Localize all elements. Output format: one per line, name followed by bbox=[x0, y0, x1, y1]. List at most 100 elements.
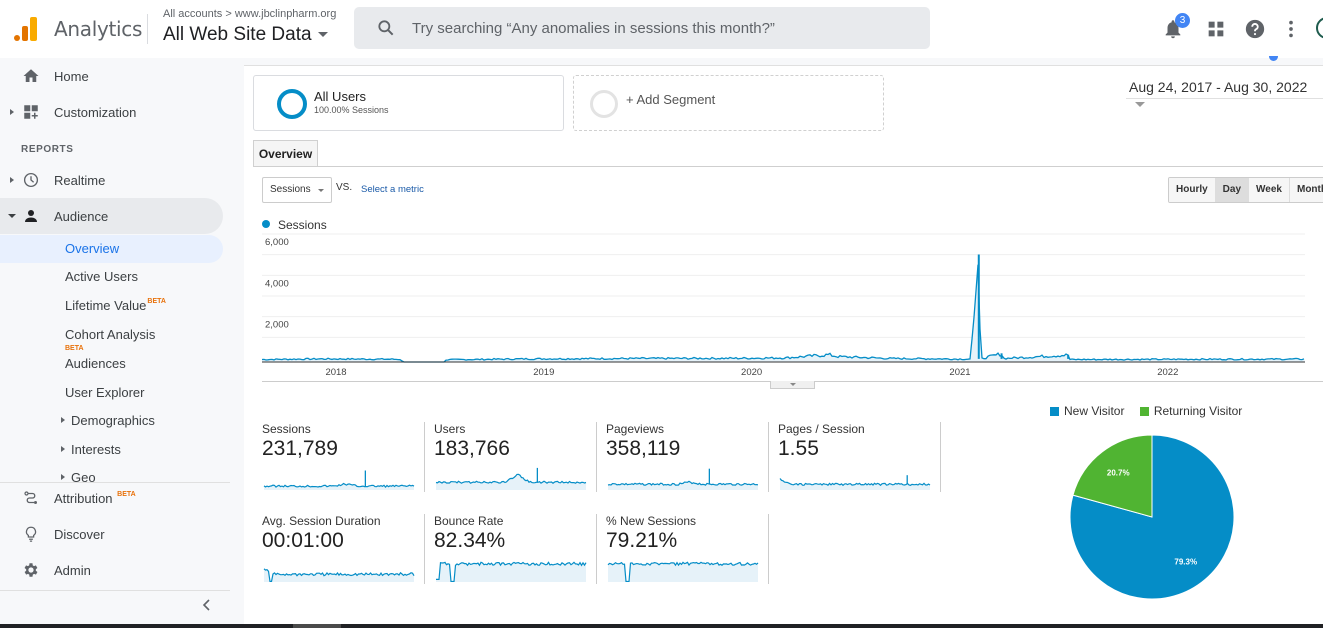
granularity-month[interactable]: Month bbox=[1288, 178, 1323, 202]
sidebar-subitem-audiences[interactable]: Audiences bbox=[0, 350, 223, 378]
empty-segment-ring-icon bbox=[590, 90, 618, 118]
kpi-value: 82.34% bbox=[434, 529, 506, 552]
chart-expand-handle[interactable] bbox=[770, 381, 815, 389]
header-divider bbox=[147, 14, 148, 44]
add-segment-button[interactable]: + Add Segment bbox=[573, 75, 884, 131]
sidebar-item-audience[interactable]: Audience bbox=[0, 198, 223, 234]
notification-badge: 3 bbox=[1175, 13, 1190, 28]
vs-label: VS. bbox=[336, 182, 353, 193]
top-bar: Analytics All accounts > www.jbclinpharm… bbox=[0, 0, 1323, 58]
view-selector[interactable]: All Web Site Data bbox=[163, 24, 328, 46]
account-breadcrumb[interactable]: All accounts > www.jbclinpharm.org bbox=[163, 8, 336, 20]
legend-swatch-returning bbox=[1139, 407, 1149, 416]
legend-returning-visitor[interactable]: Returning Visitor bbox=[1154, 404, 1243, 418]
segment-name: All Users bbox=[314, 89, 367, 104]
taskbar-thumb bbox=[293, 624, 341, 628]
kpi-sparkline bbox=[263, 470, 415, 490]
sidebar-item-discover[interactable]: Discover bbox=[0, 516, 223, 552]
sidebar-subitem-active-users[interactable]: Active Users bbox=[0, 263, 223, 291]
chevron-down-icon bbox=[790, 383, 796, 386]
kpi-avg-session-duration[interactable]: Avg. Session Duration 00:01:00 bbox=[262, 514, 432, 592]
kpi-sparkline bbox=[436, 561, 587, 582]
sidebar-item-home[interactable]: Home bbox=[0, 58, 223, 94]
granularity-week[interactable]: Week bbox=[1248, 178, 1289, 202]
granularity-hourly[interactable]: Hourly bbox=[1169, 178, 1215, 202]
sidebar-bottom-section: Attribution BETA Discover Admin bbox=[0, 482, 230, 624]
select-metric-link[interactable]: Select a metric bbox=[361, 184, 424, 195]
more-vert-icon[interactable] bbox=[1280, 18, 1302, 40]
subitem-text: Lifetime Value bbox=[65, 298, 147, 313]
series-line-sessions bbox=[261, 264, 1305, 363]
sidebar-divider bbox=[0, 590, 230, 591]
kpi-pages-per-session[interactable]: Pages / Session 1.55 bbox=[778, 422, 948, 500]
kpi-label: Avg. Session Duration bbox=[262, 514, 381, 528]
sidebar-item-customization[interactable]: Customization bbox=[0, 94, 223, 130]
analytics-logo[interactable] bbox=[14, 15, 38, 41]
indicator-dot bbox=[1269, 56, 1278, 61]
clock-icon bbox=[23, 172, 39, 188]
kpi-label: % New Sessions bbox=[606, 514, 697, 528]
subitem-label: Overview bbox=[65, 241, 120, 256]
kpi-bounce-rate[interactable]: Bounce Rate 82.34% bbox=[434, 514, 604, 592]
date-range-text: Aug 24, 2017 - Aug 30, 2022 bbox=[1129, 79, 1308, 95]
sidebar-item-realtime[interactable]: Realtime bbox=[0, 162, 223, 198]
legend-swatch bbox=[262, 220, 270, 228]
sidebar-subitem-interests[interactable]: Interests bbox=[0, 436, 223, 464]
sessions-line-chart: 2,000 4,000 6,000 2018 2019 2020 2021 2022 bbox=[261, 233, 1305, 378]
pie-slice-label: 79.3% bbox=[1174, 557, 1197, 566]
sidebar: Home Customization REPORTS Realtime Audi… bbox=[0, 58, 244, 624]
y-tick-label: 4,000 bbox=[265, 278, 289, 289]
expand-arrow-icon bbox=[61, 446, 65, 452]
kpi-value: 231,789 bbox=[262, 437, 338, 460]
segment-ring-icon bbox=[277, 89, 307, 119]
sidebar-item-admin[interactable]: Admin bbox=[0, 552, 223, 588]
sidebar-item-label: Realtime bbox=[54, 172, 106, 188]
sidebar-subitem-cohort-analysis[interactable]: Cohort Analysis BETA bbox=[0, 321, 223, 352]
pie-legend: New Visitor Returning Visitor bbox=[1050, 404, 1242, 418]
expand-arrow-icon bbox=[10, 109, 14, 115]
apps-grid-icon[interactable] bbox=[1205, 18, 1227, 40]
kpi-new-sessions[interactable]: % New Sessions 79.21% bbox=[606, 514, 776, 592]
sidebar-item-label: Customization bbox=[54, 104, 137, 120]
beta-badge: BETA bbox=[117, 490, 136, 498]
beta-badge: BETA bbox=[147, 298, 166, 305]
collapse-sidebar-icon[interactable] bbox=[200, 598, 214, 612]
sidebar-item-label: Discover bbox=[54, 526, 105, 542]
legend-new-visitor[interactable]: New Visitor bbox=[1064, 404, 1124, 418]
sidebar-subitem-user-explorer[interactable]: User Explorer bbox=[0, 379, 223, 407]
sidebar-subitem-demographics[interactable]: Demographics bbox=[0, 407, 223, 435]
x-tick-label: 2020 bbox=[741, 367, 762, 378]
gear-icon bbox=[24, 563, 38, 577]
kpi-label: Sessions bbox=[262, 422, 311, 436]
segment-all-users[interactable]: All Users 100.00% Sessions bbox=[253, 75, 564, 131]
search-input[interactable]: Try searching “Any anomalies in sessions… bbox=[354, 7, 930, 49]
kpi-users[interactable]: Users 183,766 bbox=[434, 422, 604, 500]
kpi-sparkline bbox=[607, 561, 759, 582]
view-name: All Web Site Data bbox=[163, 24, 312, 45]
x-tick-label: 2022 bbox=[1157, 367, 1178, 378]
add-segment-label: + Add Segment bbox=[626, 92, 716, 107]
sidebar-subitem-lifetime-value[interactable]: Lifetime ValueBETA bbox=[0, 292, 223, 320]
tab-divider bbox=[253, 166, 1323, 167]
segment-sub: 100.00% Sessions bbox=[314, 105, 389, 115]
chevron-down-icon bbox=[318, 189, 324, 192]
metric-dropdown[interactable]: Sessions bbox=[262, 177, 332, 203]
help-icon[interactable] bbox=[1244, 18, 1266, 40]
person-icon bbox=[25, 210, 37, 222]
account-avatar[interactable] bbox=[1316, 17, 1323, 39]
brand-name: Analytics bbox=[54, 17, 143, 41]
tab-overview[interactable]: Overview bbox=[253, 140, 318, 167]
attribution-text: Attribution bbox=[54, 490, 113, 506]
date-range-underline bbox=[1126, 98, 1323, 99]
granularity-toggle: Hourly Day Week Month bbox=[1168, 177, 1323, 203]
granularity-day[interactable]: Day bbox=[1214, 178, 1249, 202]
chevron-down-icon bbox=[317, 32, 328, 38]
x-tick-label: 2021 bbox=[949, 367, 970, 378]
date-range-picker[interactable]: Aug 24, 2017 - Aug 30, 2022 bbox=[1129, 79, 1323, 111]
kpi-pageviews[interactable]: Pageviews 358,119 bbox=[606, 422, 776, 500]
sidebar-subitem-overview[interactable]: Overview bbox=[0, 235, 223, 263]
kpi-value: 1.55 bbox=[778, 437, 819, 460]
kpi-divider bbox=[596, 514, 597, 584]
kpi-sessions[interactable]: Sessions 231,789 bbox=[262, 422, 432, 500]
sidebar-item-attribution[interactable]: Attribution BETA bbox=[0, 480, 223, 516]
